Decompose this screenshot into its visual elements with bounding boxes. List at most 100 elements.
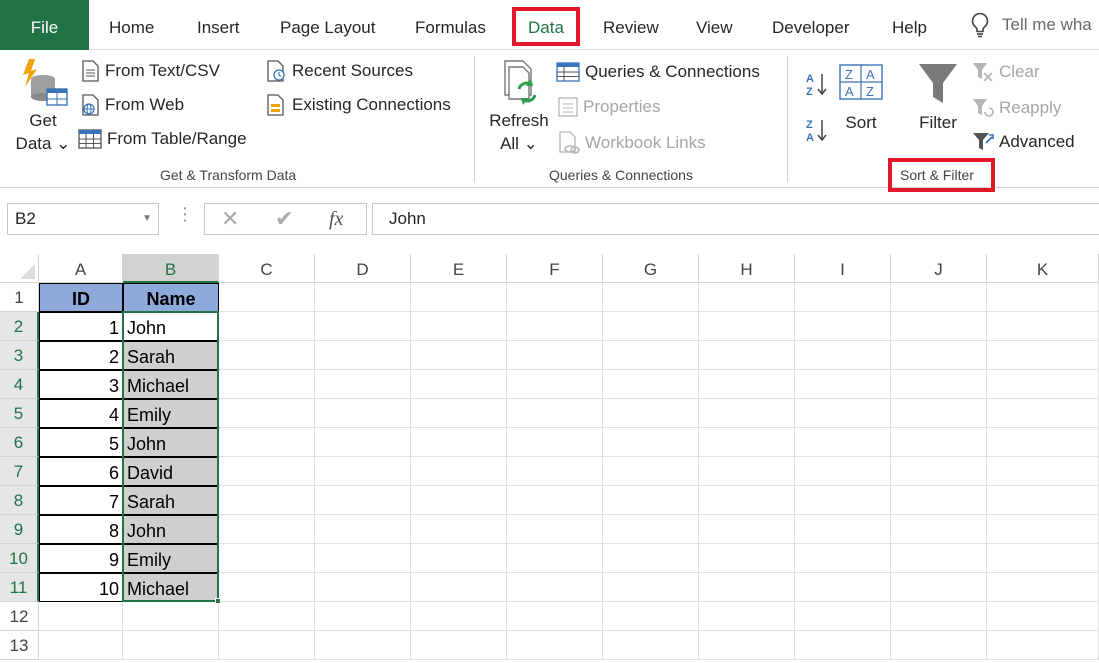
reapply-button[interactable]: Reapply [972, 97, 1061, 119]
column-header-d[interactable]: D [315, 254, 411, 283]
cell-c5[interactable] [219, 399, 315, 428]
cell-e7[interactable] [411, 457, 507, 486]
cell-i1[interactable] [795, 283, 891, 312]
cell-d12[interactable] [315, 602, 411, 631]
cell-c8[interactable] [219, 486, 315, 515]
cell-e1[interactable] [411, 283, 507, 312]
cell-h1[interactable] [699, 283, 795, 312]
cell-c2[interactable] [219, 312, 315, 341]
cell-d13[interactable] [315, 631, 411, 660]
cell-j5[interactable] [891, 399, 987, 428]
cell-e8[interactable] [411, 486, 507, 515]
cell-g7[interactable] [603, 457, 699, 486]
cell-k13[interactable] [987, 631, 1099, 660]
cell-j3[interactable] [891, 341, 987, 370]
cell-c4[interactable] [219, 370, 315, 399]
cell-b6[interactable]: John [123, 428, 219, 457]
insert-function-icon[interactable]: fx [329, 204, 343, 234]
cell-k3[interactable] [987, 341, 1099, 370]
cell-d11[interactable] [315, 573, 411, 602]
cell-b13[interactable] [123, 631, 219, 660]
cell-h7[interactable] [699, 457, 795, 486]
cell-g1[interactable] [603, 283, 699, 312]
column-header-h[interactable]: H [699, 254, 795, 283]
cell-g12[interactable] [603, 602, 699, 631]
cell-e9[interactable] [411, 515, 507, 544]
cell-h10[interactable] [699, 544, 795, 573]
cell-j9[interactable] [891, 515, 987, 544]
tab-view[interactable]: View [696, 0, 733, 50]
cell-d8[interactable] [315, 486, 411, 515]
cell-h6[interactable] [699, 428, 795, 457]
row-header-13[interactable]: 13 [0, 631, 39, 660]
cell-j6[interactable] [891, 428, 987, 457]
cell-f4[interactable] [507, 370, 603, 399]
cell-k4[interactable] [987, 370, 1099, 399]
cell-f3[interactable] [507, 341, 603, 370]
cell-k11[interactable] [987, 573, 1099, 602]
cell-k7[interactable] [987, 457, 1099, 486]
cell-b8[interactable]: Sarah [123, 486, 219, 515]
cell-f1[interactable] [507, 283, 603, 312]
filter-button[interactable]: Filter [912, 61, 964, 134]
cell-e5[interactable] [411, 399, 507, 428]
cell-i7[interactable] [795, 457, 891, 486]
cell-k2[interactable] [987, 312, 1099, 341]
column-header-i[interactable]: I [795, 254, 891, 283]
cell-e4[interactable] [411, 370, 507, 399]
cell-e10[interactable] [411, 544, 507, 573]
cell-c6[interactable] [219, 428, 315, 457]
get-data-button[interactable]: Get Data ⌄ [13, 57, 73, 155]
tell-me-search[interactable]: Tell me wha [970, 0, 1092, 50]
cell-f12[interactable] [507, 602, 603, 631]
row-header-4[interactable]: 4 [0, 370, 39, 399]
cell-h9[interactable] [699, 515, 795, 544]
tab-review[interactable]: Review [603, 0, 659, 50]
cell-a8[interactable]: 7 [39, 486, 123, 515]
cell-i2[interactable] [795, 312, 891, 341]
cell-i9[interactable] [795, 515, 891, 544]
cell-g11[interactable] [603, 573, 699, 602]
cell-c7[interactable] [219, 457, 315, 486]
cell-b5[interactable]: Emily [123, 399, 219, 428]
cell-f5[interactable] [507, 399, 603, 428]
cell-k5[interactable] [987, 399, 1099, 428]
cell-a10[interactable]: 9 [39, 544, 123, 573]
sort-a-to-z-button[interactable]: A Z [805, 71, 829, 102]
name-box[interactable]: B2 ▼ [7, 203, 159, 235]
cell-i6[interactable] [795, 428, 891, 457]
cell-k10[interactable] [987, 544, 1099, 573]
cell-c11[interactable] [219, 573, 315, 602]
tab-home[interactable]: Home [109, 0, 154, 50]
cell-c9[interactable] [219, 515, 315, 544]
existing-connections-button[interactable]: Existing Connections [265, 94, 451, 116]
tab-formulas[interactable]: Formulas [415, 0, 486, 50]
cell-i13[interactable] [795, 631, 891, 660]
cell-e3[interactable] [411, 341, 507, 370]
cell-d5[interactable] [315, 399, 411, 428]
cell-h13[interactable] [699, 631, 795, 660]
cell-d2[interactable] [315, 312, 411, 341]
cell-g10[interactable] [603, 544, 699, 573]
confirm-icon[interactable]: ✔ [275, 204, 293, 234]
cell-k8[interactable] [987, 486, 1099, 515]
cell-a5[interactable]: 4 [39, 399, 123, 428]
cell-i5[interactable] [795, 399, 891, 428]
cell-e13[interactable] [411, 631, 507, 660]
row-header-3[interactable]: 3 [0, 341, 39, 370]
cell-i3[interactable] [795, 341, 891, 370]
cell-b10[interactable]: Emily [123, 544, 219, 573]
refresh-all-button[interactable]: Refresh All ⌄ [486, 59, 552, 155]
column-header-a[interactable]: A [39, 254, 123, 283]
cell-g9[interactable] [603, 515, 699, 544]
cell-d6[interactable] [315, 428, 411, 457]
cell-a1[interactable]: ID [39, 283, 123, 312]
more-vertical-icon[interactable]: ⋮ [176, 204, 194, 225]
chevron-down-icon[interactable]: ▼ [142, 204, 152, 234]
row-header-11[interactable]: 11 [0, 573, 39, 602]
cell-b12[interactable] [123, 602, 219, 631]
row-header-5[interactable]: 5 [0, 399, 39, 428]
row-header-9[interactable]: 9 [0, 515, 39, 544]
cell-j10[interactable] [891, 544, 987, 573]
from-text-csv-button[interactable]: From Text/CSV [80, 60, 220, 82]
